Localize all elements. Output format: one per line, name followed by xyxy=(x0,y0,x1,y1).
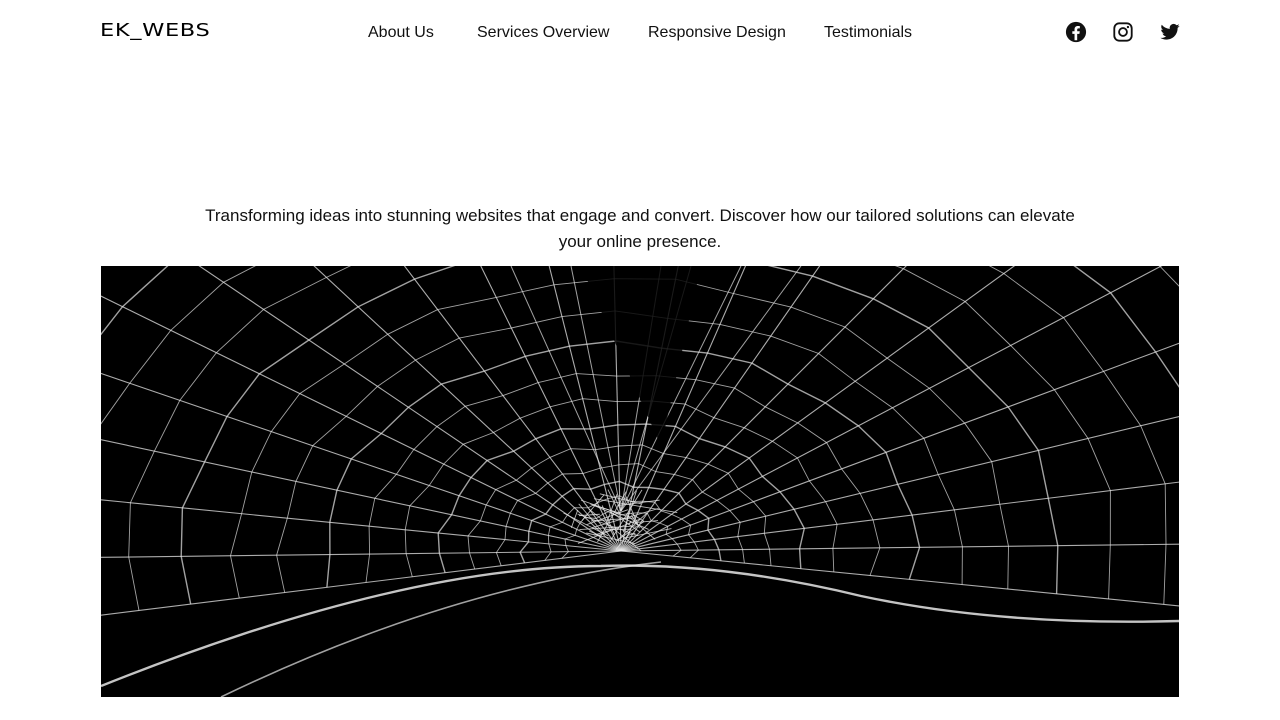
instagram-icon[interactable] xyxy=(1112,21,1134,43)
nav-services-overview[interactable]: Services Overview xyxy=(477,22,609,44)
nav-responsive-design[interactable]: Responsive Design xyxy=(648,22,786,44)
facebook-icon[interactable] xyxy=(1065,21,1087,43)
spider-web-image xyxy=(101,266,1179,697)
nav-testimonials[interactable]: Testimonials xyxy=(824,22,912,44)
page: EK_WEBS About Us Services Overview Respo… xyxy=(0,0,1280,720)
main-nav: About Us Services Overview Responsive De… xyxy=(0,22,1280,44)
hero-image xyxy=(101,266,1179,697)
twitter-icon[interactable] xyxy=(1159,21,1181,43)
site-header: EK_WEBS About Us Services Overview Respo… xyxy=(0,0,1280,66)
nav-about-us[interactable]: About Us xyxy=(368,22,434,44)
intro-text: Transforming ideas into stunning website… xyxy=(205,206,1075,251)
